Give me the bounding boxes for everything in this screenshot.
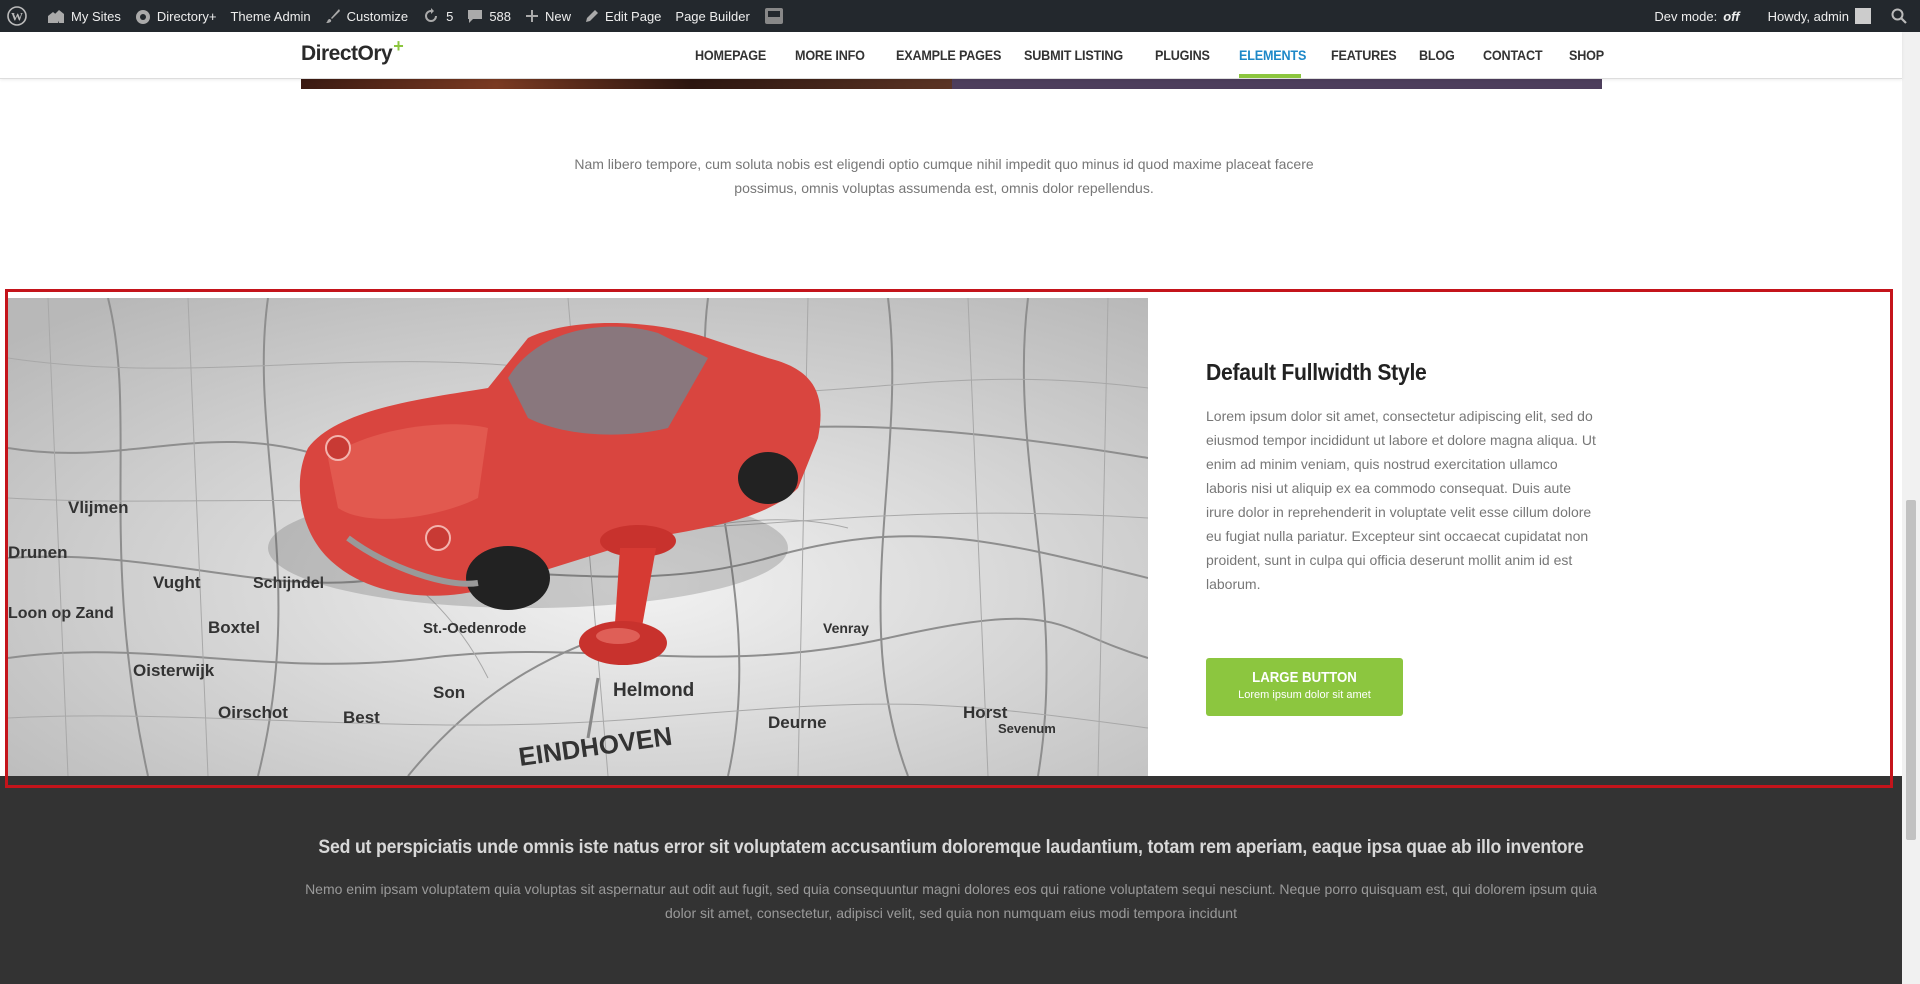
map-label-vught: Vught — [153, 573, 201, 592]
scrollbar-thumb[interactable] — [1906, 500, 1916, 840]
comments-link[interactable]: 588 — [460, 0, 518, 32]
map-label-st-oedenrode: St.-Oedenrode — [423, 620, 526, 637]
nav-features[interactable]: FEATURES — [1331, 32, 1397, 78]
howdy-label: Howdy, admin — [1767, 8, 1849, 24]
map-label-sevenum: Sevenum — [998, 721, 1056, 736]
large-button-subtitle: Lorem ipsum dolor sit amet — [1238, 689, 1371, 701]
map-label-best: Best — [343, 708, 380, 727]
dark-section-title: Sed ut perspiciatis unde omnis iste natu… — [318, 837, 1584, 858]
previous-section-image-left — [301, 79, 952, 89]
logo-plus: + — [393, 36, 404, 56]
dev-mode-value: off — [1723, 8, 1740, 24]
nav-homepage[interactable]: HOMEPAGE — [695, 32, 766, 78]
map-label-horst: Horst — [963, 703, 1008, 722]
comment-icon — [468, 10, 483, 23]
nav-shop[interactable]: SHOP — [1569, 32, 1604, 78]
previous-section-image-right — [952, 79, 1602, 89]
intro-paragraph: Nam libero tempore, cum soluta nobis est… — [574, 156, 1314, 196]
my-sites-label: My Sites — [71, 8, 121, 24]
map-label-oirschot: Oirschot — [218, 703, 288, 722]
nav-example-pages[interactable]: EXAMPLE PAGES — [896, 32, 1001, 78]
dark-section-body: Nemo enim ipsam voluptatem quia voluptas… — [305, 881, 1597, 921]
logo-text: DirectOry — [301, 42, 393, 65]
map-label-oisterwijk: Oisterwijk — [133, 661, 215, 680]
plus-icon — [526, 10, 539, 22]
customize-link[interactable]: Customize — [318, 0, 415, 32]
nav-contact[interactable]: CONTACT — [1483, 32, 1543, 78]
map-label-venray: Venray — [823, 620, 869, 636]
fullwidth-body: Lorem ipsum dolor sit amet, consectetur … — [1206, 408, 1596, 592]
pencil-icon — [586, 10, 599, 22]
avatar — [1855, 8, 1871, 24]
wordpress-logo-icon[interactable]: W — [0, 0, 40, 32]
updates-link[interactable]: 5 — [415, 0, 460, 32]
dev-mode-label: Dev mode: — [1654, 8, 1718, 24]
page-builder-link[interactable]: Page Builder — [668, 0, 756, 32]
large-button[interactable]: LARGE BUTTON Lorem ipsum dolor sit amet — [1206, 658, 1403, 716]
new-label: New — [545, 8, 572, 24]
fullwidth-title: Default Fullwidth Style — [1206, 359, 1427, 385]
map-label-boxtel: Boxtel — [208, 618, 260, 637]
map-label-son: Son — [433, 683, 465, 702]
map-label-vlijmen: Vlijmen — [68, 498, 128, 517]
svg-text:W: W — [11, 10, 23, 24]
brush-icon — [325, 9, 340, 23]
map-label-drunen: Drunen — [8, 543, 68, 562]
nav-submit-listing[interactable]: SUBMIT LISTING — [1024, 32, 1123, 78]
map-label-loon-op-zand: Loon op Zand — [8, 605, 114, 622]
map-illustration: Vlijmen Drunen Loon op Zand Boxtel Oiste… — [8, 298, 1148, 776]
nav-plugins[interactable]: PLUGINS — [1155, 32, 1210, 78]
site-name-label: Directory+ — [156, 8, 217, 24]
sites-icon — [48, 10, 64, 23]
large-button-title: LARGE BUTTON — [1252, 669, 1357, 686]
theme-admin-label: Theme Admin — [230, 8, 311, 24]
map-label-helmond: Helmond — [613, 680, 694, 701]
map-label-deurne: Deurne — [768, 713, 827, 732]
page-builder-label: Page Builder — [675, 8, 750, 24]
wp-admin-bar: W My Sites Directory+ Theme Admin Custom… — [0, 0, 1920, 32]
nav-elements[interactable]: ELEMENTS — [1239, 32, 1306, 78]
edit-page-label: Edit Page — [605, 8, 662, 24]
my-sites-menu[interactable]: My Sites — [40, 0, 128, 32]
builder-toggle-icon[interactable] — [757, 0, 797, 32]
dev-mode-toggle[interactable]: Dev mode: off — [1647, 0, 1746, 32]
nav-more-info[interactable]: MORE INFO — [795, 32, 865, 78]
nav-blog[interactable]: BLOG — [1419, 32, 1455, 78]
account-menu[interactable]: Howdy, admin — [1761, 0, 1878, 32]
theme-admin-link[interactable]: Theme Admin — [223, 0, 317, 32]
updates-icon — [425, 8, 438, 22]
customize-label: Customize — [346, 8, 409, 24]
map-car-image: Vlijmen Drunen Loon op Zand Boxtel Oiste… — [8, 298, 1148, 776]
active-nav-indicator — [1239, 74, 1301, 78]
comments-count: 588 — [489, 8, 512, 24]
site-header: DirectOry+ HOMEPAGE MORE INFO EXAMPLE PA… — [0, 32, 1902, 79]
edit-page-link[interactable]: Edit Page — [578, 0, 668, 32]
site-logo[interactable]: DirectOry+ — [301, 36, 404, 66]
admin-search-icon[interactable] — [1884, 0, 1920, 32]
new-content-menu[interactable]: New — [518, 0, 578, 32]
dashboard-icon — [135, 10, 150, 24]
site-name-menu[interactable]: Directory+ — [128, 0, 224, 32]
updates-count: 5 — [446, 8, 454, 24]
